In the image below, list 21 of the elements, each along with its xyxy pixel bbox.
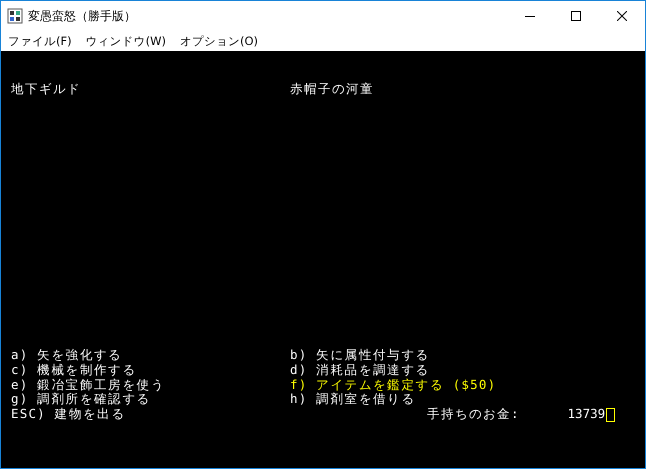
menu-option[interactable]: h) 調剤室を借りる	[290, 392, 416, 408]
app-icon	[7, 8, 23, 24]
location-heading: 赤帽子の河童	[290, 81, 375, 98]
menu-option[interactable]: g) 調剤所を確認する	[11, 392, 151, 408]
menu-item[interactable]: ファイル(F)	[8, 34, 72, 48]
money-amount: 13739	[568, 407, 606, 422]
close-icon[interactable]	[617, 11, 627, 21]
menu-option[interactable]: f) アイテムを鑑定する ($50)	[290, 378, 496, 392]
menu-item[interactable]: ウィンドウ(W)	[86, 34, 166, 48]
location-heading: 地下ギルド	[11, 81, 82, 98]
menu-option[interactable]: d) 消耗品を調達する	[290, 362, 430, 378]
text-cursor	[606, 408, 616, 422]
money-label: 手持ちのお金:	[427, 407, 520, 422]
menu-option[interactable]: ESC) 建物を出る	[11, 407, 126, 422]
menu-option[interactable]: e) 鍛冶宝飾工房を使う	[11, 378, 165, 392]
menu-option[interactable]: b) 矢に属性付与する	[290, 348, 430, 363]
window-title: 変愚蛮怒（勝手版）	[28, 8, 137, 24]
menu-option[interactable]: c) 機械を制作する	[11, 362, 137, 378]
maximize-icon[interactable]	[571, 11, 581, 21]
menu-item[interactable]: オプション(O)	[180, 34, 258, 48]
menu-option[interactable]: a) 矢を強化する	[11, 348, 122, 363]
